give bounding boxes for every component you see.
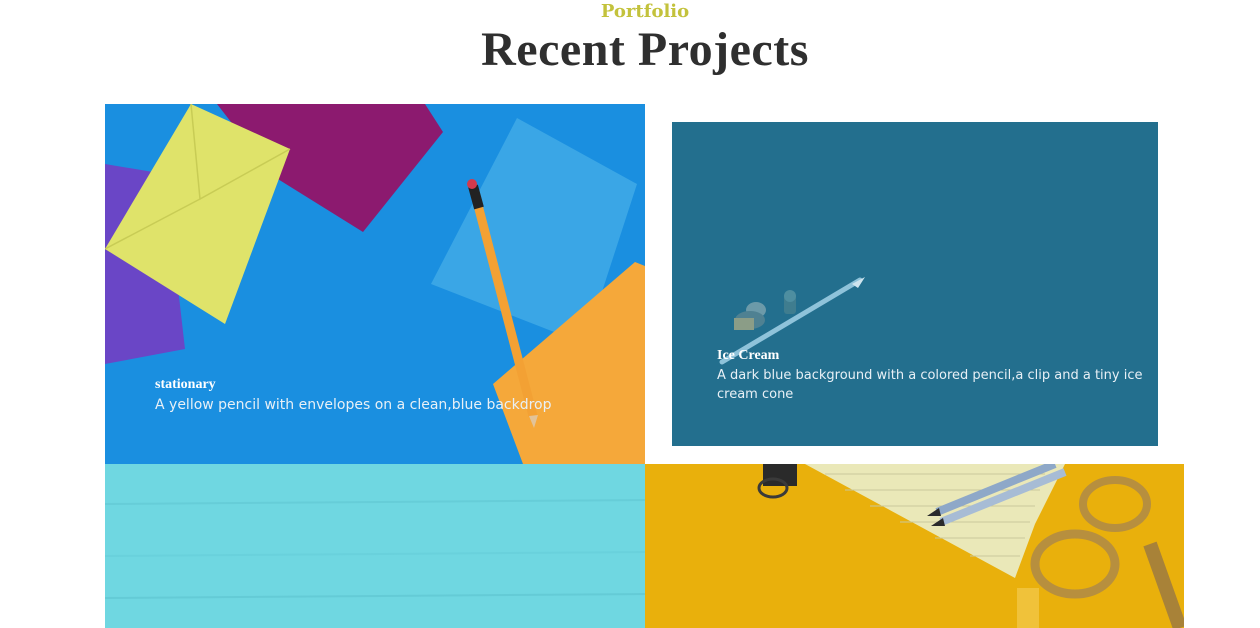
project-title: Ice Cream bbox=[717, 348, 780, 363]
project-description: A yellow pencil with envelopes on a clea… bbox=[155, 397, 552, 413]
project-caption: Ice Cream A dark blue background with a … bbox=[717, 347, 1147, 404]
yellow-desk-photo bbox=[645, 464, 1184, 628]
turquoise-wood-photo bbox=[105, 464, 645, 628]
section-eyebrow: Portfolio bbox=[600, 1, 690, 22]
project-card-turquoise[interactable] bbox=[105, 464, 645, 628]
page-title: Recent Projects bbox=[481, 23, 809, 76]
project-title: stationary bbox=[155, 377, 216, 392]
project-caption: stationary A yellow pencil with envelope… bbox=[155, 376, 615, 415]
project-card-desk[interactable] bbox=[645, 464, 1184, 628]
project-card-stationary[interactable]: stationary A yellow pencil with envelope… bbox=[105, 104, 645, 464]
project-card-ice-cream[interactable]: Ice Cream A dark blue background with a … bbox=[672, 122, 1158, 446]
project-description: A dark blue background with a colored pe… bbox=[717, 368, 1143, 402]
